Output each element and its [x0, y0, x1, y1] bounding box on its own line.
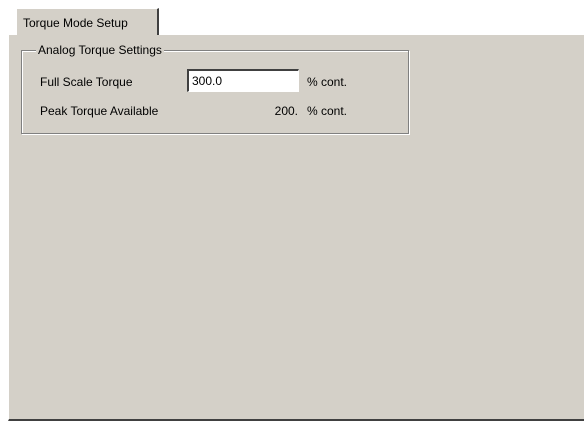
full-scale-torque-label: Full Scale Torque — [40, 75, 133, 89]
peak-torque-available-unit: % cont. — [307, 104, 348, 118]
analog-torque-settings-group: Analog Torque Settings — [21, 43, 409, 134]
tab-torque-mode-setup[interactable]: Torque Mode Setup — [16, 8, 159, 35]
full-scale-torque-unit: % cont. — [307, 75, 348, 89]
peak-torque-available-label: Peak Torque Available — [40, 104, 159, 118]
torque-setup-window: Torque Mode Setup Analog Torque Settings… — [0, 0, 584, 428]
tab-label: Torque Mode Setup — [23, 16, 128, 30]
peak-torque-available-value: 200. — [274, 104, 298, 118]
group-title: Analog Torque Settings — [36, 43, 164, 57]
full-scale-torque-input[interactable] — [187, 69, 299, 92]
